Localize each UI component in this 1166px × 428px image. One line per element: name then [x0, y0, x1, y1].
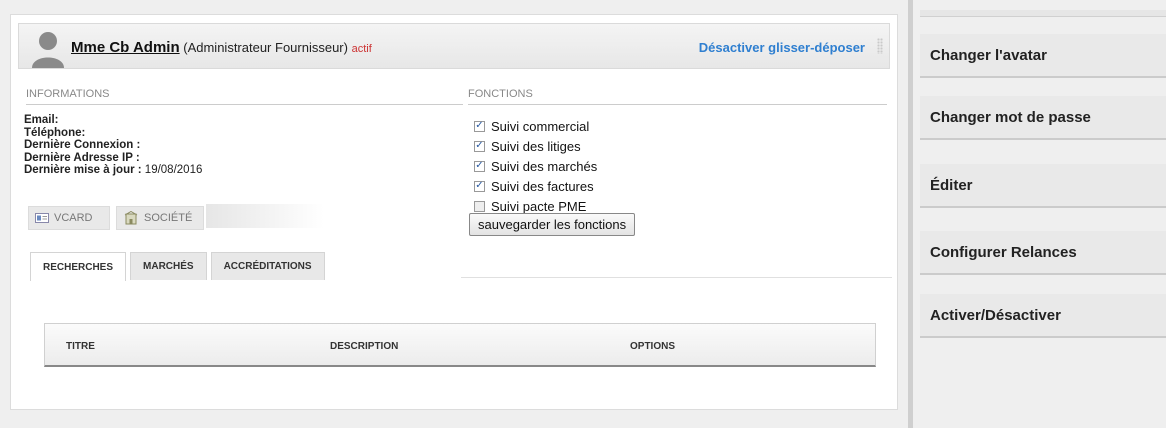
button-row-fade [206, 204, 324, 228]
vcard-label: VCARD [54, 212, 93, 224]
change-avatar-button[interactable]: Changer l'avatar [920, 34, 1166, 78]
info-row-email: Email: [24, 114, 59, 126]
profile-header: Mme Cb Admin (Administrateur Fournisseur… [18, 23, 890, 69]
checkbox-marches[interactable]: ✓ [474, 160, 485, 172]
tab-accreditations[interactable]: ACCRÉDITATIONS [210, 252, 325, 280]
column-options: OPTIONS [630, 341, 676, 352]
informations-divider [26, 104, 463, 105]
edit-button[interactable]: Éditer [920, 164, 1166, 208]
checkbox-factures[interactable]: ✓ [474, 180, 485, 192]
function-item-marches[interactable]: ✓ Suivi des marchés [474, 156, 597, 176]
info-rows: Email: Téléphone: Dernière Connexion : D… [24, 114, 202, 177]
checkbox-litiges[interactable]: ✓ [474, 140, 485, 152]
user-name-link[interactable]: Mme Cb Admin [71, 39, 180, 56]
change-password-button[interactable]: Changer mot de passe [920, 96, 1166, 140]
societe-label: SOCIÉTÉ [144, 212, 193, 224]
info-row-last-update: Dernière mise à jour : 19/08/2016 [24, 164, 203, 176]
info-row-last-login: Dernière Connexion : [24, 139, 141, 151]
save-functions-button[interactable]: sauvegarder les fonctions [469, 213, 636, 236]
user-avatar-icon [32, 32, 64, 68]
fonctions-list: ✓ Suivi commercial ✓ Suivi des litiges ✓… [474, 116, 597, 216]
configure-reminders-button[interactable]: Configurer Relances [920, 231, 1166, 275]
tab-marches[interactable]: MARCHÉS [130, 252, 207, 280]
informations-title: INFORMATIONS [26, 88, 110, 100]
function-item-litiges[interactable]: ✓ Suivi des litiges [474, 136, 597, 156]
function-item-commercial[interactable]: ✓ Suivi commercial [474, 116, 597, 136]
tab-recherches[interactable]: RECHERCHES [30, 252, 127, 281]
sidebar-top-bar [920, 10, 1166, 17]
column-title: TITRE [66, 341, 95, 352]
column-description: DESCRIPTION [330, 341, 399, 352]
toggle-active-button[interactable]: Activer/Désactiver [920, 294, 1166, 338]
tab-divider [461, 277, 892, 278]
societe-button[interactable]: SOCIÉTÉ [116, 206, 204, 230]
fonctions-divider [468, 104, 887, 105]
drag-grip-icon[interactable] [877, 38, 883, 54]
function-item-factures[interactable]: ✓ Suivi des factures [474, 176, 597, 196]
checkbox-commercial[interactable]: ✓ [474, 120, 485, 132]
fonctions-title: FONCTIONS [468, 88, 533, 100]
disable-drag-drop-link[interactable]: Désactiver glisser-déposer [699, 40, 865, 55]
building-icon [124, 211, 138, 225]
info-row-phone: Téléphone: [24, 126, 86, 139]
user-role: (Administrateur Fournisseur) [183, 40, 348, 55]
status-badge: actif [351, 43, 372, 55]
panel-divider [908, 0, 913, 428]
vcard-icon [35, 213, 49, 223]
info-row-last-ip: Dernière Adresse IP : [24, 151, 140, 164]
user-line: Mme Cb Admin (Administrateur Fournisseur… [71, 39, 372, 56]
checkbox-pacte-pme[interactable] [474, 200, 485, 212]
tab-bar: RECHERCHES MARCHÉS ACCRÉDITATIONS [30, 252, 325, 281]
results-table-header: TITRE DESCRIPTION OPTIONS [44, 323, 876, 367]
vcard-button[interactable]: VCARD [28, 206, 110, 230]
